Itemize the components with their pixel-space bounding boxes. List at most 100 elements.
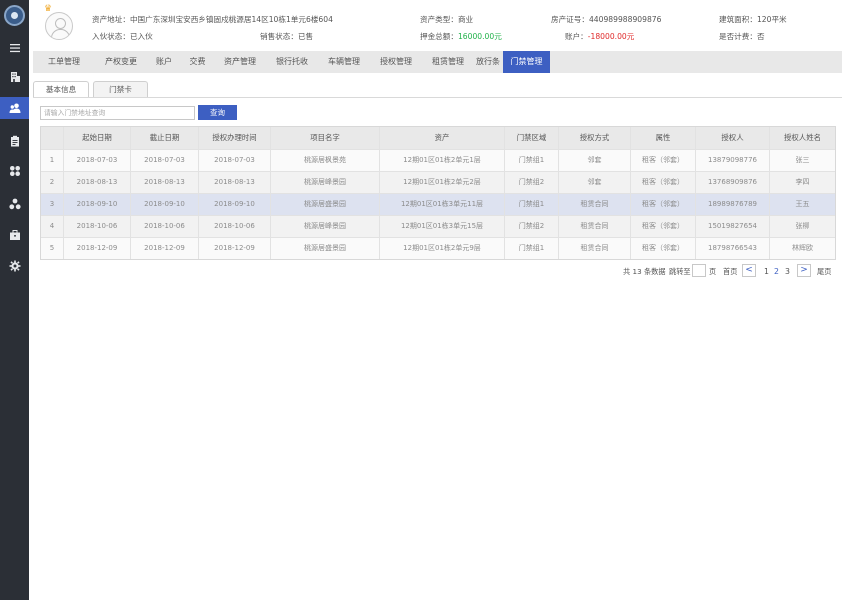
column-header-index <box>41 127 63 149</box>
cell-attribute: 租客（邻套） <box>630 194 695 215</box>
cell-end-date: 2018-12-09 <box>130 238 198 259</box>
tab-account[interactable]: 账户 <box>147 51 181 73</box>
column-header-asset[interactable]: 资产 <box>379 127 504 149</box>
sale-status-label: 销售状态： <box>260 32 298 41</box>
network-icon[interactable] <box>0 193 29 215</box>
menu-icon[interactable] <box>0 37 29 59</box>
pagination-page-suffix: 页 <box>709 267 717 276</box>
table-header-row: 起始日期 截止日期 授权办理时间 项目名字 资产 门禁区域 授权方式 属性 授权… <box>41 127 835 149</box>
cell-start-date: 2018-12-09 <box>63 238 130 259</box>
cell-authorizer-name: 王五 <box>769 194 835 215</box>
cell-access-area: 门禁组1 <box>504 150 558 171</box>
table-row[interactable]: 5 2018-12-09 2018-12-09 2018-12-09 桃源居盛景… <box>41 237 835 259</box>
search-button[interactable]: 查询 <box>198 105 237 120</box>
cell-auth-time: 2018-08-13 <box>198 172 270 193</box>
cell-access-area: 门禁组1 <box>504 238 558 259</box>
subtab-basic-info[interactable]: 基本信息 <box>33 81 89 97</box>
cell-authorizer-name: 张柳 <box>769 216 835 237</box>
pagination-jump-input[interactable] <box>692 264 706 277</box>
tab-vehicle-management[interactable]: 车辆管理 <box>318 51 370 73</box>
tab-work-order[interactable]: 工单管理 <box>33 51 95 73</box>
column-header-attribute[interactable]: 属性 <box>630 127 695 149</box>
table-row[interactable]: 2 2018-08-13 2018-08-13 2018-08-13 桃源居峰景… <box>41 171 835 193</box>
property-cert: 房产证号：440989988909876 <box>551 14 661 25</box>
cell-asset: 12期01区01栋3单元15层 <box>379 216 504 237</box>
subtab-access-card[interactable]: 门禁卡 <box>93 81 148 97</box>
cell-auth-time: 2018-07-03 <box>198 150 270 171</box>
sale-status-value: 已售 <box>297 32 314 41</box>
column-header-access-area[interactable]: 门禁区域 <box>504 127 558 149</box>
column-header-authorizer-name[interactable]: 授权人姓名 <box>769 127 835 149</box>
asset-header: ♛ 资产地址：中国广东深圳宝安西乡镇固戍桃源居14区10栋1单元6楼604 资产… <box>29 0 844 50</box>
tab-release-note[interactable]: 放行条 <box>474 51 502 73</box>
cell-end-date: 2018-07-03 <box>130 150 198 171</box>
cell-auth-method: 租赁合同 <box>558 194 630 215</box>
tab-asset-management[interactable]: 资产管理 <box>214 51 266 73</box>
cell-authorizer: 15019827654 <box>695 216 769 237</box>
gear-icon[interactable] <box>0 255 29 277</box>
table-row[interactable]: 1 2018-07-03 2018-07-03 2018-07-03 桃源居枫景… <box>41 149 835 171</box>
pagination-next-button[interactable]: > <box>797 264 811 277</box>
cell-authorizer: 18798766543 <box>695 238 769 259</box>
cell-end-date: 2018-09-10 <box>130 194 198 215</box>
tab-property-change[interactable]: 产权变更 <box>95 51 147 73</box>
pagination-page-1[interactable]: 1 <box>764 267 769 276</box>
pagination-total-suffix: 条数据 <box>643 267 666 276</box>
cell-project-name: 桃源居峰景园 <box>270 216 379 237</box>
briefcase-icon[interactable] <box>0 224 29 246</box>
building-icon[interactable] <box>0 66 29 88</box>
tab-access-control[interactable]: 门禁管理 <box>503 51 550 73</box>
cell-start-date: 2018-08-13 <box>63 172 130 193</box>
column-header-authorizer[interactable]: 授权人 <box>695 127 769 149</box>
account-balance-label: 账户： <box>565 32 588 41</box>
account-balance: 账户：-18000.00元 <box>565 31 634 42</box>
apps-icon[interactable] <box>0 160 29 182</box>
column-header-project-name[interactable]: 项目名字 <box>270 127 379 149</box>
tab-payment[interactable]: 交费 <box>181 51 214 73</box>
subtab-divider <box>33 97 842 98</box>
column-header-end-date[interactable]: 截止日期 <box>130 127 198 149</box>
pagination-page-2[interactable]: 2 <box>774 267 779 276</box>
pagination-prev-button[interactable]: < <box>742 264 756 277</box>
tab-authorization-management[interactable]: 授权管理 <box>370 51 422 73</box>
search-input[interactable]: 请输入门禁地址查询 <box>40 106 195 120</box>
users-icon[interactable] <box>0 97 29 119</box>
deposit-total-label: 押金总额： <box>420 32 458 41</box>
building-area-label: 建筑面积： <box>719 15 757 24</box>
cell-asset: 12期01区01栋3单元11层 <box>379 194 504 215</box>
table-row[interactable]: 4 2018-10-06 2018-10-06 2018-10-06 桃源居峰景… <box>41 215 835 237</box>
cell-asset: 12期01区01栋2单元1层 <box>379 150 504 171</box>
cell-access-area: 门禁组2 <box>504 172 558 193</box>
cell-asset: 12期01区01栋2单元2层 <box>379 172 504 193</box>
asset-address-value: 中国广东深圳宝安西乡镇固戍桃源居14区10栋1单元6楼604 <box>129 15 333 24</box>
logo <box>4 5 25 26</box>
property-cert-value: 440989988909876 <box>588 15 662 24</box>
cell-attribute: 租客（邻套） <box>630 172 695 193</box>
pagination-last-button[interactable]: 尾页 <box>817 267 831 277</box>
pagination-total-count: 13 <box>632 267 642 276</box>
cell-authorizer: 13879098776 <box>695 150 769 171</box>
tab-bank-collection[interactable]: 银行托收 <box>266 51 318 73</box>
deposit-total: 押金总额：16000.00元 <box>420 31 502 42</box>
pagination-first-button[interactable]: 首页 <box>723 267 737 277</box>
cell-index: 3 <box>49 200 55 208</box>
building-area-value: 120平米 <box>756 15 787 24</box>
column-header-start-date[interactable]: 起始日期 <box>63 127 130 149</box>
clipboard-icon[interactable] <box>0 130 29 152</box>
cell-project-name: 桃源居峰景园 <box>270 172 379 193</box>
cell-auth-time: 2018-10-06 <box>198 216 270 237</box>
column-header-auth-time[interactable]: 授权办理时间 <box>198 127 270 149</box>
cell-start-date: 2018-07-03 <box>63 150 130 171</box>
authorization-table: 起始日期 截止日期 授权办理时间 项目名字 资产 门禁区域 授权方式 属性 授权… <box>40 126 836 260</box>
cell-start-date: 2018-09-10 <box>63 194 130 215</box>
column-header-auth-method[interactable]: 授权方式 <box>558 127 630 149</box>
table-row-selected[interactable]: 3 2018-09-10 2018-09-10 2018-09-10 桃源居盛景… <box>41 193 835 215</box>
billing-status-label: 是否计费： <box>719 32 757 41</box>
cell-asset: 12期01区01栋2单元9层 <box>379 238 504 259</box>
cell-index: 5 <box>49 244 55 252</box>
tab-lease-management[interactable]: 租赁管理 <box>422 51 474 73</box>
cell-start-date: 2018-10-06 <box>63 216 130 237</box>
cell-authorizer: 18989876789 <box>695 194 769 215</box>
pagination-page-3[interactable]: 3 <box>785 267 790 276</box>
main-tabbar: 工单管理 产权变更 账户 交费 资产管理 银行托收 车辆管理 授权管理 租赁管理… <box>33 51 842 73</box>
